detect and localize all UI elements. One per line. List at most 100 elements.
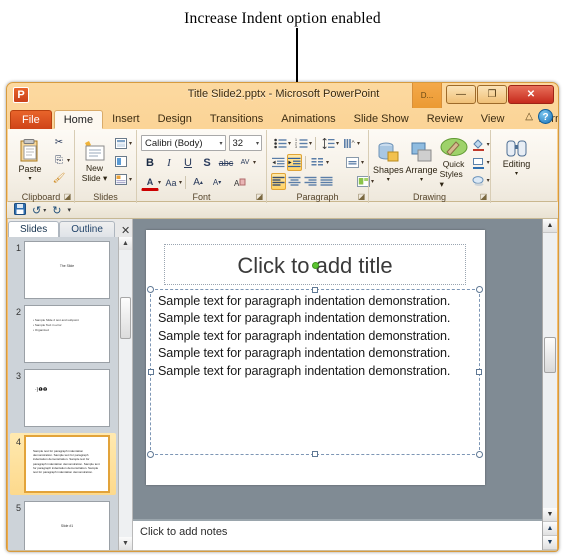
notes-pane[interactable]: Click to add notes — [133, 519, 542, 550]
drawing-dialog-launcher[interactable]: ◪ — [479, 192, 488, 201]
previous-slide-button[interactable]: ▲ — [543, 522, 557, 536]
columns-dropdown-arrow[interactable]: ▾ — [326, 159, 329, 166]
save-icon[interactable] — [14, 202, 26, 218]
font-name-combo[interactable]: Calibri (Body) ▾ — [141, 135, 226, 151]
layout-dropdown-arrow[interactable]: ▾ — [129, 140, 132, 147]
layout-button[interactable] — [112, 135, 130, 152]
shapes-button[interactable]: Shapes ▾ — [373, 141, 404, 185]
minimize-ribbon-icon[interactable]: △ — [525, 111, 533, 122]
rotation-handle[interactable] — [311, 262, 319, 269]
shape-effects-button[interactable] — [470, 172, 488, 189]
shape-outline-button[interactable] — [470, 154, 488, 171]
line-spacing-dropdown-arrow[interactable]: ▾ — [336, 140, 339, 147]
justify-button[interactable] — [319, 173, 334, 190]
thumbnail-scroll-down-button[interactable]: ▼ — [119, 537, 132, 550]
font-color-button[interactable]: A — [141, 175, 159, 191]
redo-icon[interactable]: ↻ — [52, 204, 61, 217]
thumbnail-2[interactable]: • Sample Slide 2 text and subpoint • Sam… — [24, 305, 110, 363]
undo-dropdown-arrow[interactable]: ▾ — [43, 207, 46, 214]
cut-button[interactable]: ✂ — [50, 134, 68, 151]
resize-handle-top-right[interactable] — [476, 286, 483, 293]
font-name-chevron-down-icon[interactable]: ▾ — [218, 140, 223, 147]
numbering-button[interactable]: 1 2 3 — [292, 135, 310, 152]
tab-file[interactable]: File — [10, 110, 52, 129]
paste-dropdown-arrow[interactable]: ▾ — [28, 174, 31, 184]
thumbnail-row-1[interactable]: 1 The Slide — [10, 241, 116, 299]
text-direction-button[interactable]: A — [340, 135, 358, 152]
format-painter-button[interactable]: 🖌 — [50, 170, 68, 187]
new-slide-button[interactable]: New Slide ▾ — [79, 140, 110, 183]
quick-styles-button[interactable]: Quick Styles ▾ — [440, 137, 468, 189]
tab-design[interactable]: Design — [149, 110, 201, 129]
text-direction-dropdown-arrow[interactable]: ▾ — [357, 140, 360, 147]
font-dialog-launcher[interactable]: ◪ — [255, 192, 264, 201]
clipboard-dialog-launcher[interactable]: ◪ — [63, 192, 72, 201]
maximize-button[interactable]: ❐ — [477, 85, 507, 104]
bold-button[interactable]: B — [141, 154, 159, 171]
decrease-indent-button[interactable] — [271, 154, 286, 171]
text-shadow-button[interactable]: S — [198, 154, 216, 171]
italic-button[interactable]: I — [160, 154, 178, 171]
tab-review[interactable]: Review — [418, 110, 472, 129]
tab-slides[interactable]: Slides — [8, 221, 60, 237]
thumbnail-scroll-up-button[interactable]: ▲ — [119, 237, 132, 250]
change-case-button[interactable]: Aa — [162, 174, 180, 191]
underline-button[interactable]: U — [179, 154, 197, 171]
columns-button[interactable] — [309, 154, 327, 171]
bullets-dropdown-arrow[interactable]: ▾ — [288, 140, 291, 147]
align-text-dropdown-arrow[interactable]: ▾ — [361, 159, 364, 166]
thumbnail-scroll-thumb[interactable] — [120, 297, 131, 339]
scroll-thumb[interactable] — [544, 337, 556, 373]
tab-view[interactable]: View — [472, 110, 514, 129]
editing-dropdown-arrow[interactable]: ▾ — [515, 169, 518, 179]
thumbnail-scrollbar[interactable]: ▲ ▼ — [118, 237, 132, 550]
thumbnail-row-2[interactable]: 2 • Sample Slide 2 text and subpoint • S… — [10, 305, 116, 363]
scroll-up-button[interactable]: ▲ — [543, 219, 557, 233]
shapes-dropdown-arrow[interactable]: ▾ — [387, 175, 390, 185]
strikethrough-button[interactable]: abc — [217, 154, 235, 171]
bullets-button[interactable] — [271, 135, 289, 152]
resize-handle-bottom-right[interactable] — [476, 451, 483, 458]
new-slide-label-line2[interactable]: Slide ▾ — [82, 173, 108, 183]
shape-fill-button[interactable] — [470, 136, 488, 153]
resize-handle-top-left[interactable] — [147, 286, 154, 293]
paragraph-dialog-launcher[interactable]: ◪ — [357, 192, 366, 201]
change-case-dropdown-arrow[interactable]: ▾ — [179, 179, 182, 186]
scroll-down-button[interactable]: ▼ — [543, 508, 557, 522]
thumbnail-1[interactable]: The Slide — [24, 241, 110, 299]
line-spacing-button[interactable] — [319, 135, 337, 152]
undo-icon[interactable]: ↺ — [32, 204, 41, 217]
thumbnail-5[interactable]: Slide #1 — [24, 501, 110, 550]
document-tab[interactable]: D... — [412, 83, 442, 108]
thumbnail-4[interactable]: Sample text for paragraph indentation de… — [24, 435, 110, 493]
tab-home[interactable]: Home — [53, 110, 104, 129]
shrink-font-button[interactable]: A ▾ — [208, 174, 226, 191]
align-text-button[interactable] — [344, 154, 362, 171]
resize-handle-bottom-center[interactable] — [312, 451, 318, 457]
copy-button[interactable]: ⎘ — [50, 152, 68, 169]
section-dropdown-arrow[interactable]: ▾ — [129, 176, 132, 183]
thumbnail-row-3[interactable]: 3 ·)❶❷ — [10, 369, 116, 427]
resize-handle-middle-right[interactable] — [476, 369, 482, 375]
slide-canvas[interactable]: Click to add title Sample text for parag… — [146, 230, 485, 485]
numbering-dropdown-arrow[interactable]: ▾ — [309, 140, 312, 147]
resize-handle-middle-left[interactable] — [148, 369, 154, 375]
copy-dropdown-arrow[interactable]: ▾ — [67, 157, 70, 164]
tab-transitions[interactable]: Transitions — [201, 110, 272, 129]
body-placeholder-selected[interactable]: Sample text for paragraph indentation de… — [147, 286, 483, 458]
font-size-chevron-down-icon[interactable]: ▾ — [254, 140, 259, 147]
align-center-button[interactable] — [287, 173, 302, 190]
align-left-button[interactable] — [271, 173, 286, 190]
grow-font-button[interactable]: A ▴ — [189, 174, 207, 191]
arrange-dropdown-arrow[interactable]: ▾ — [420, 175, 423, 185]
thumbnail-3[interactable]: ·)❶❷ — [24, 369, 110, 427]
help-icon[interactable]: ? — [538, 109, 553, 124]
close-button[interactable]: ✕ — [508, 85, 554, 104]
character-spacing-dropdown-arrow[interactable]: ▾ — [253, 159, 256, 166]
reset-button[interactable] — [112, 153, 130, 170]
resize-handle-bottom-left[interactable] — [147, 451, 154, 458]
editing-button[interactable]: Editing ▾ — [495, 139, 538, 179]
arrange-button[interactable]: Arrange ▾ — [406, 141, 438, 185]
tab-insert[interactable]: Insert — [103, 110, 149, 129]
tab-slide-show[interactable]: Slide Show — [345, 110, 418, 129]
